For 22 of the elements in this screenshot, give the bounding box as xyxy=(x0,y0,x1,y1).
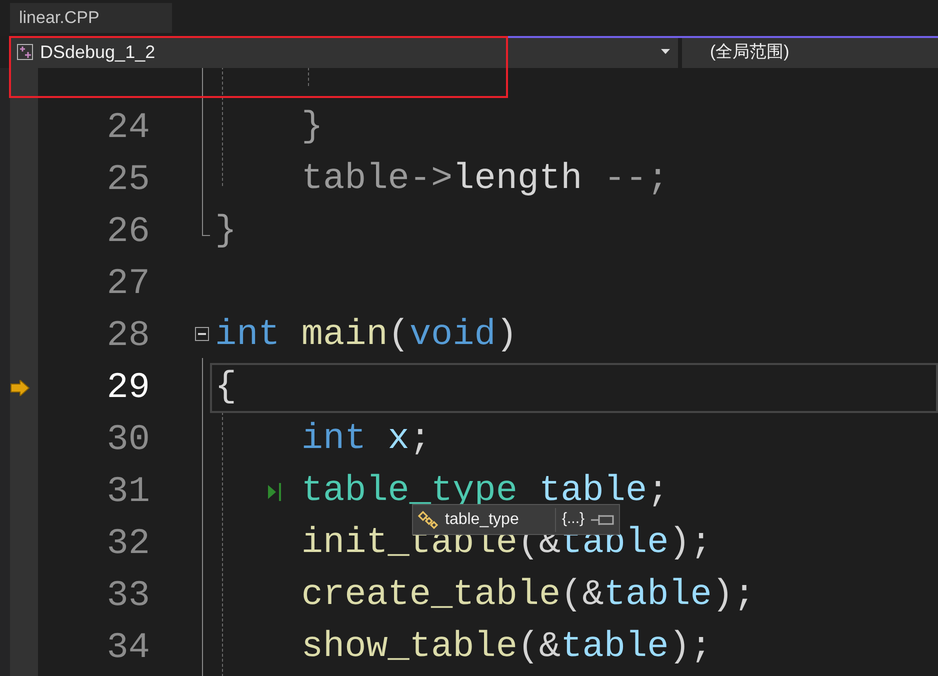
scope-dropdown[interactable]: (全局范围) xyxy=(682,36,938,68)
project-dropdown[interactable]: DSdebug_1_2 xyxy=(10,36,678,68)
project-name: DSdebug_1_2 xyxy=(40,40,156,64)
line-number: 27 xyxy=(106,262,150,306)
line-number: 31 xyxy=(106,470,150,514)
run-to-click-icon[interactable] xyxy=(268,480,282,504)
file-tab[interactable]: linear.CPP xyxy=(10,3,172,33)
line-number: 33 xyxy=(106,574,150,618)
caret-icon xyxy=(661,49,670,54)
project-icon xyxy=(16,43,34,61)
line-number: 25 xyxy=(106,158,150,202)
type-name: table_type xyxy=(445,510,520,528)
line-number: 29 xyxy=(106,366,150,410)
line-number: 26 xyxy=(106,210,150,254)
line-number: 34 xyxy=(106,626,150,670)
pin-icon[interactable] xyxy=(590,512,615,526)
collapse-toggle[interactable] xyxy=(195,327,209,341)
line-number: 32 xyxy=(106,522,150,566)
line-number: 24 xyxy=(106,106,150,150)
line-number: 30 xyxy=(106,418,150,462)
value-text: {...} xyxy=(562,509,585,528)
line-number: 28 xyxy=(106,314,150,358)
